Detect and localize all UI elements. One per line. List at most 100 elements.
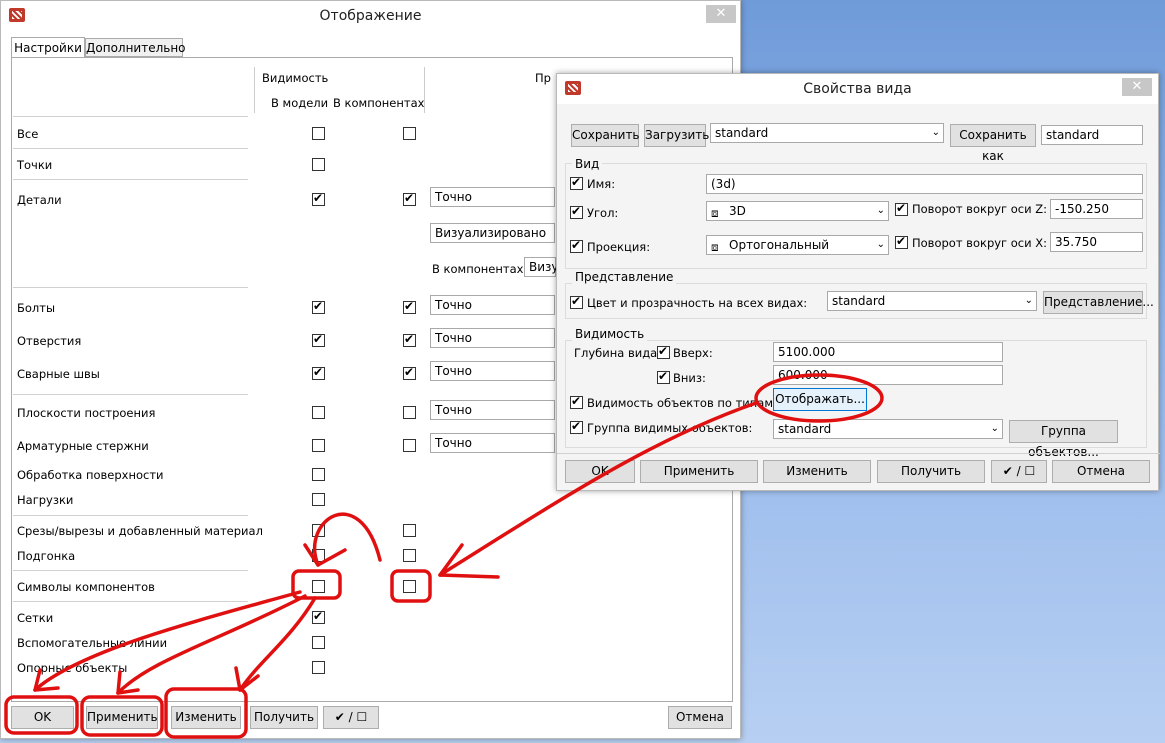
types-checkbox[interactable] <box>570 394 583 409</box>
dropdown-components-mode[interactable]: Визу <box>524 257 559 277</box>
show-button[interactable]: Отображать... <box>773 388 867 411</box>
checkbox-model-loads[interactable] <box>312 493 325 506</box>
checkbox-model-component-symbols[interactable] <box>312 580 325 593</box>
checkbox-comp-rebars[interactable] <box>403 439 416 452</box>
checkbox-comp-holes[interactable] <box>403 332 416 347</box>
group-checkbox[interactable] <box>570 419 583 434</box>
ok-button[interactable]: OK <box>11 706 74 729</box>
checkbox-model-helper-lines[interactable] <box>312 636 325 649</box>
row-label-helper-lines: Вспомогательные линии <box>17 636 168 650</box>
name-field[interactable]: (3d) <box>706 174 1143 194</box>
chevron-down-icon: ⌄ <box>1024 295 1033 306</box>
down-checkbox[interactable] <box>657 369 670 384</box>
checkbox-comp-welds[interactable] <box>403 365 416 380</box>
color-checkbox[interactable] <box>570 294 583 309</box>
save-as-field[interactable]: standard <box>1041 125 1143 145</box>
checkbox-model-bolts[interactable] <box>312 299 325 314</box>
checkbox-model-parts[interactable] <box>312 191 325 206</box>
in-components-label: В компонентах: <box>432 262 528 276</box>
down-field[interactable]: 600.000 <box>773 365 1003 385</box>
checkbox-model-holes[interactable] <box>312 332 325 347</box>
dropdown-parts[interactable]: Точно <box>430 187 555 207</box>
projection-label: Проекция: <box>587 240 651 254</box>
rotx-checkbox[interactable] <box>895 234 908 249</box>
rotx-field[interactable]: 35.750 <box>1050 232 1143 252</box>
dialog-title: Свойства вида <box>803 81 912 97</box>
row-label-grids: Сетки <box>17 611 54 625</box>
checkbox-model-reference-objects[interactable] <box>312 661 325 674</box>
checkbox-model-planes[interactable] <box>312 406 325 419</box>
title-bar: Свойства вида <box>557 74 1158 104</box>
checkbox-model-surface[interactable] <box>312 468 325 481</box>
down-label: Вниз: <box>673 371 706 385</box>
projection-checkbox[interactable] <box>570 238 583 253</box>
row-divider <box>13 394 248 395</box>
group-dropdown[interactable]: standard ⌄ <box>773 419 1003 439</box>
rotz-checkbox[interactable] <box>895 201 908 216</box>
name-label: Имя: <box>587 177 616 191</box>
checkbox-comp-component-symbols[interactable] <box>403 580 416 593</box>
checkbox-model-rebars[interactable] <box>312 439 325 452</box>
dropdown-welds[interactable]: Точно <box>430 361 555 381</box>
visibility-group-title: Видимость <box>572 327 648 341</box>
toggle-all-button[interactable]: ✔ / ☐ <box>323 706 379 729</box>
dropdown-holes[interactable]: Точно <box>430 328 555 348</box>
apply-button[interactable]: Применить <box>640 460 758 483</box>
save-button[interactable]: Сохранить <box>571 124 640 147</box>
load-button[interactable]: Загрузить <box>644 124 709 147</box>
header-in-components: В компонентах <box>333 96 425 110</box>
row-label-all: Все <box>17 127 39 141</box>
color-dropdown[interactable]: standard ⌄ <box>827 291 1037 311</box>
representation-button[interactable]: Представление... <box>1043 291 1154 314</box>
row-label-parts: Детали <box>17 193 62 207</box>
ok-button[interactable]: OK <box>565 460 635 483</box>
row-divider <box>13 570 248 571</box>
get-button[interactable]: Получить <box>250 706 318 729</box>
checkbox-model-fitting[interactable] <box>312 549 325 562</box>
close-icon[interactable]: ✕ <box>706 5 736 23</box>
checkbox-comp-parts[interactable] <box>403 191 416 206</box>
modify-button[interactable]: Изменить <box>763 460 871 483</box>
save-as-button[interactable]: Сохранить как <box>950 124 1036 163</box>
checkbox-comp-bolts[interactable] <box>403 299 416 314</box>
checkbox-comp-all[interactable] <box>403 127 416 140</box>
tab-settings[interactable]: Настройки <box>11 37 85 58</box>
checkbox-model-points[interactable] <box>312 158 325 171</box>
angle-checkbox[interactable] <box>570 204 583 219</box>
row-divider <box>13 601 248 602</box>
object-group-button[interactable]: Группа объектов... <box>1009 420 1118 459</box>
angle-dropdown[interactable]: ⧈ 3D ⌄ <box>706 201 889 221</box>
projection-dropdown[interactable]: ⧈ Ортогональный ⌄ <box>706 235 889 255</box>
preset-dropdown[interactable]: standard ⌄ <box>710 123 944 143</box>
cube-icon: ⧈ <box>711 240 719 254</box>
dropdown-planes[interactable]: Точно <box>430 400 555 420</box>
get-button[interactable]: Получить <box>877 460 985 483</box>
dropdown-bolts[interactable]: Точно <box>430 295 555 315</box>
checkbox-comp-planes[interactable] <box>403 406 416 419</box>
checkbox-model-grids[interactable] <box>312 609 325 624</box>
rotz-field[interactable]: -150.250 <box>1050 199 1143 219</box>
checkbox-model-cuts[interactable] <box>312 524 325 537</box>
apply-button[interactable]: Применить <box>86 706 158 729</box>
checkbox-model-all[interactable] <box>312 127 325 140</box>
close-icon[interactable]: ✕ <box>1122 78 1152 96</box>
depth-label: Глубина вида: <box>574 346 662 360</box>
cancel-button[interactable]: Отмена <box>668 706 732 729</box>
row-label-surface-treatment: Обработка поверхности <box>17 468 164 482</box>
checkbox-model-welds[interactable] <box>312 365 325 380</box>
cube-icon: ⧈ <box>711 206 719 220</box>
dropdown-rebars[interactable]: Точно <box>430 433 555 453</box>
checkbox-comp-fitting[interactable] <box>403 549 416 562</box>
row-divider <box>13 515 248 516</box>
name-checkbox[interactable] <box>570 175 583 190</box>
row-divider <box>13 116 248 117</box>
checkbox-comp-cuts[interactable] <box>403 524 416 537</box>
dropdown-parts-visualized[interactable]: Визуализировано <box>430 223 555 243</box>
up-field[interactable]: 5100.000 <box>773 342 1003 362</box>
toggle-all-button[interactable]: ✔ / ☐ <box>991 460 1047 483</box>
up-checkbox[interactable] <box>657 344 670 359</box>
group-label: Группа видимых объектов: <box>587 421 753 435</box>
modify-button[interactable]: Изменить <box>171 706 241 729</box>
cancel-button[interactable]: Отмена <box>1052 460 1150 483</box>
tab-advanced[interactable]: Дополнительно <box>85 38 186 57</box>
